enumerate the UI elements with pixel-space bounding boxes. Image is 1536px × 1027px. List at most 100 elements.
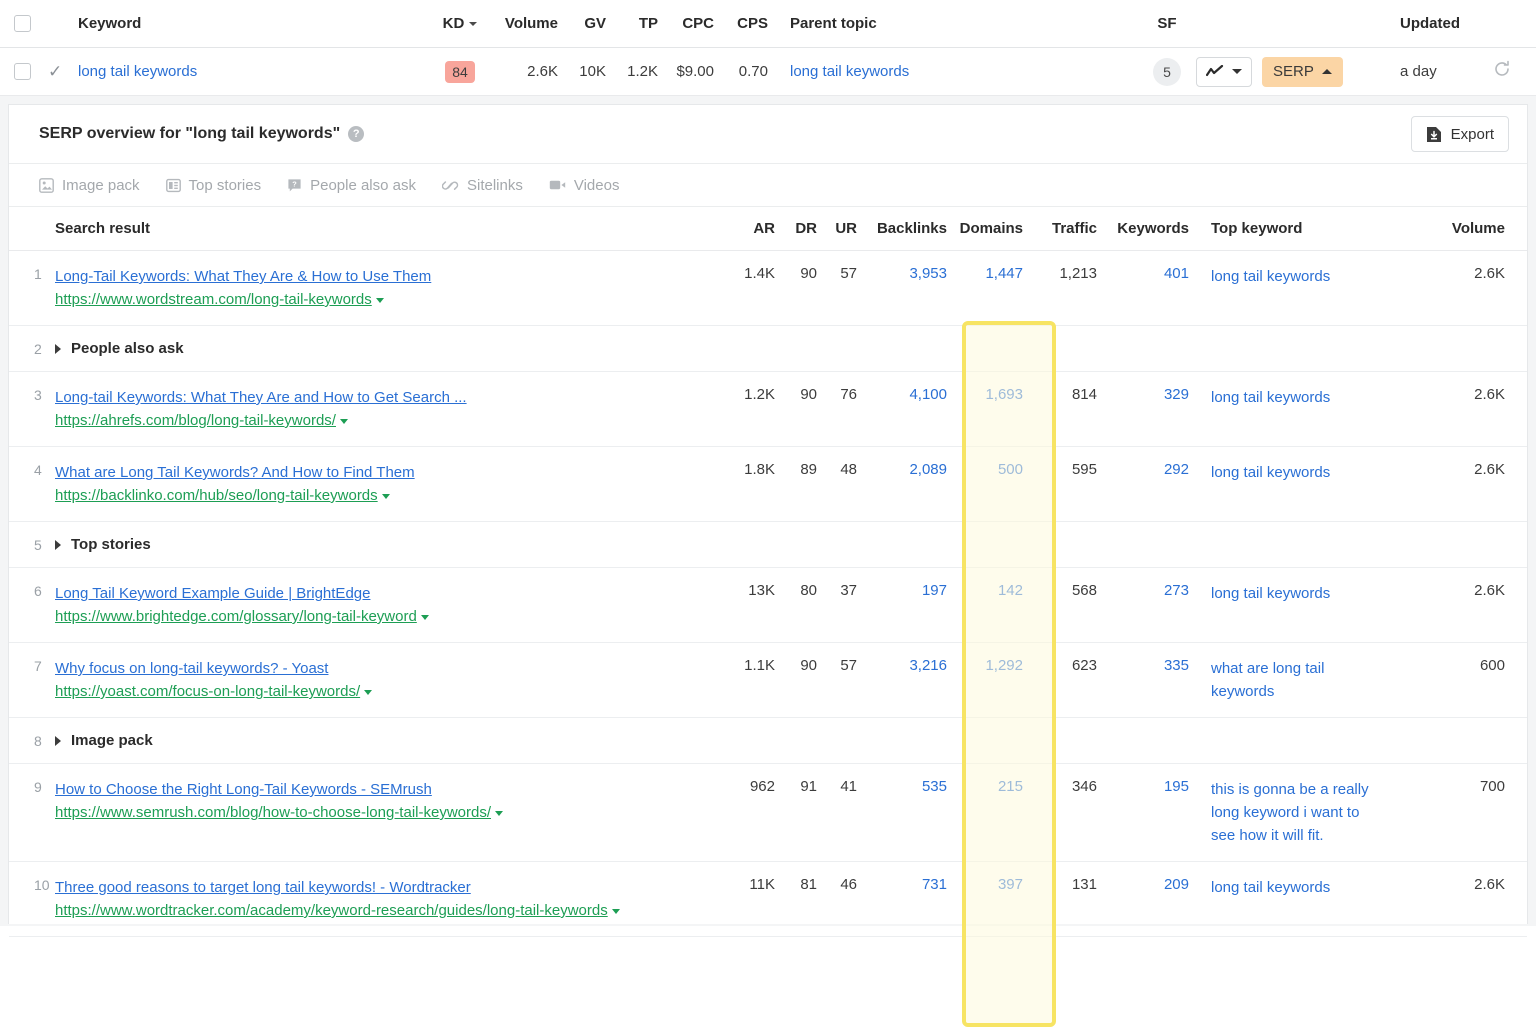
serp-feature-top-stories[interactable]: Top stories bbox=[166, 177, 262, 194]
serp-feature-expand-row[interactable]: Top stories bbox=[55, 536, 701, 553]
result-keywords-value[interactable]: 292 bbox=[1097, 447, 1189, 521]
url-dropdown-icon[interactable] bbox=[495, 811, 503, 816]
result-title-link[interactable]: Long-tail Keywords: What They Are and Ho… bbox=[55, 389, 467, 406]
refresh-button[interactable] bbox=[1482, 60, 1522, 83]
url-dropdown-icon[interactable] bbox=[612, 909, 620, 914]
result-url-link[interactable]: https://www.wordtracker.com/academy/keyw… bbox=[55, 902, 608, 919]
result-domains-value[interactable]: 1,292 bbox=[947, 643, 1035, 717]
result-title-link[interactable]: Why focus on long-tail keywords? - Yoast bbox=[55, 660, 328, 677]
result-backlinks-value[interactable]: 4,100 bbox=[857, 372, 947, 446]
result-keywords-value[interactable]: 401 bbox=[1097, 251, 1189, 325]
result-top-keyword[interactable]: long tail keywords bbox=[1189, 251, 1369, 325]
result-top-keyword[interactable]: long tail keywords bbox=[1189, 372, 1369, 446]
result-domains-value[interactable]: 142 bbox=[947, 568, 1035, 642]
result-url-link[interactable]: https://www.wordstream.com/long-tail-key… bbox=[55, 291, 372, 308]
serp-feature-videos[interactable]: Videos bbox=[549, 177, 620, 194]
chevron-right-icon bbox=[55, 736, 61, 746]
column-header-parent-topic[interactable]: Parent topic bbox=[768, 15, 1138, 32]
result-keywords-value[interactable]: 195 bbox=[1097, 764, 1189, 861]
result-top-keyword[interactable]: what are long tail keywords bbox=[1189, 643, 1369, 717]
result-title-link[interactable]: Long-Tail Keywords: What They Are & How … bbox=[55, 268, 431, 285]
empty-cell bbox=[775, 522, 817, 567]
result-backlinks-value[interactable]: 731 bbox=[857, 862, 947, 936]
serp-toggle-button[interactable]: SERP bbox=[1262, 57, 1343, 87]
result-title-link[interactable]: What are Long Tail Keywords? And How to … bbox=[55, 464, 415, 481]
result-keywords-value[interactable]: 209 bbox=[1097, 862, 1189, 936]
result-backlinks-value[interactable]: 3,216 bbox=[857, 643, 947, 717]
url-dropdown-icon[interactable] bbox=[364, 690, 372, 695]
result-keywords-value[interactable]: 273 bbox=[1097, 568, 1189, 642]
result-traffic-value: 346 bbox=[1035, 764, 1097, 861]
url-dropdown-icon[interactable] bbox=[421, 615, 429, 620]
result-title-link[interactable]: How to Choose the Right Long-Tail Keywor… bbox=[55, 781, 432, 798]
result-top-keyword[interactable]: long tail keywords bbox=[1189, 568, 1369, 642]
serp-feature-people-also-ask[interactable]: ? People also ask bbox=[287, 177, 416, 194]
row-checkbox[interactable] bbox=[14, 63, 31, 80]
header-traffic[interactable]: Traffic bbox=[1035, 220, 1097, 237]
empty-cell bbox=[857, 718, 947, 763]
result-keywords-value[interactable]: 335 bbox=[1097, 643, 1189, 717]
result-backlinks-value[interactable]: 3,953 bbox=[857, 251, 947, 325]
result-top-keyword[interactable]: this is gonna be a really long keyword i… bbox=[1189, 764, 1369, 861]
serp-features-bar: Image pack Top stories ? People also ask bbox=[9, 163, 1527, 207]
result-domains-value[interactable]: 500 bbox=[947, 447, 1035, 521]
result-backlinks-value[interactable]: 535 bbox=[857, 764, 947, 861]
sf-actions: SERP bbox=[1196, 57, 1386, 87]
empty-cell bbox=[857, 522, 947, 567]
result-ar-value: 11K bbox=[715, 862, 775, 936]
column-header-volume[interactable]: Volume bbox=[490, 15, 558, 32]
result-domains-value[interactable]: 1,693 bbox=[947, 372, 1035, 446]
export-button[interactable]: Export bbox=[1411, 116, 1509, 152]
result-keywords-value[interactable]: 329 bbox=[1097, 372, 1189, 446]
serp-feature-row: 2People also ask bbox=[9, 326, 1527, 372]
header-volume[interactable]: Volume bbox=[1369, 220, 1527, 237]
result-url-link[interactable]: https://www.brightedge.com/glossary/long… bbox=[55, 608, 417, 625]
select-all-checkbox[interactable] bbox=[14, 15, 31, 32]
result-url-link[interactable]: https://yoast.com/focus-on-long-tail-key… bbox=[55, 683, 360, 700]
header-ar[interactable]: AR bbox=[715, 220, 775, 237]
header-ur[interactable]: UR bbox=[817, 220, 857, 237]
result-backlinks-value[interactable]: 2,089 bbox=[857, 447, 947, 521]
header-domains[interactable]: Domains bbox=[947, 220, 1035, 237]
result-top-keyword[interactable]: long tail keywords bbox=[1189, 447, 1369, 521]
parent-topic-link[interactable]: long tail keywords bbox=[790, 63, 909, 80]
keyword-link[interactable]: long tail keywords bbox=[78, 63, 197, 80]
serp-feature-image-pack[interactable]: Image pack bbox=[39, 177, 140, 194]
empty-cell bbox=[1369, 718, 1527, 763]
serp-feature-expand-row[interactable]: Image pack bbox=[55, 732, 701, 749]
result-domains-value[interactable]: 1,447 bbox=[947, 251, 1035, 325]
header-keywords[interactable]: Keywords bbox=[1097, 220, 1189, 237]
serp-feature-sitelinks[interactable]: Sitelinks bbox=[442, 177, 523, 194]
header-search-result[interactable]: Search result bbox=[55, 220, 715, 237]
column-header-tp[interactable]: TP bbox=[606, 15, 658, 32]
url-dropdown-icon[interactable] bbox=[376, 298, 384, 303]
column-header-kd[interactable]: KD bbox=[430, 15, 490, 32]
url-dropdown-icon[interactable] bbox=[382, 494, 390, 499]
header-backlinks[interactable]: Backlinks bbox=[857, 220, 947, 237]
result-url-link[interactable]: https://backlinko.com/hub/seo/long-tail-… bbox=[55, 487, 378, 504]
url-dropdown-icon[interactable] bbox=[340, 419, 348, 424]
column-header-keyword[interactable]: Keyword bbox=[78, 15, 430, 32]
result-title-link[interactable]: Three good reasons to target long tail k… bbox=[55, 879, 471, 896]
sf-count-badge: 5 bbox=[1153, 58, 1181, 86]
serp-feature-expand-row[interactable]: People also ask bbox=[55, 340, 701, 357]
column-header-updated[interactable]: Updated bbox=[1386, 15, 1482, 32]
column-header-cps[interactable]: CPS bbox=[714, 15, 768, 32]
result-top-keyword[interactable]: long tail keywords bbox=[1189, 862, 1369, 936]
header-dr[interactable]: DR bbox=[775, 220, 817, 237]
result-cell: What are Long Tail Keywords? And How to … bbox=[55, 447, 715, 521]
sf-chart-button[interactable] bbox=[1196, 57, 1252, 87]
header-top-keyword[interactable]: Top keyword bbox=[1189, 220, 1369, 237]
serp-feature-row-label: People also ask bbox=[71, 340, 184, 357]
result-domains-value[interactable]: 397 bbox=[947, 862, 1035, 936]
result-url-link[interactable]: https://ahrefs.com/blog/long-tail-keywor… bbox=[55, 412, 336, 429]
empty-cell bbox=[947, 326, 1035, 371]
result-url-link[interactable]: https://www.semrush.com/blog/how-to-choo… bbox=[55, 804, 491, 821]
column-header-cpc[interactable]: CPC bbox=[658, 15, 714, 32]
result-domains-value[interactable]: 215 bbox=[947, 764, 1035, 861]
help-icon[interactable]: ? bbox=[348, 126, 364, 142]
result-backlinks-value[interactable]: 197 bbox=[857, 568, 947, 642]
column-header-gv[interactable]: GV bbox=[558, 15, 606, 32]
column-header-sf[interactable]: SF bbox=[1138, 15, 1196, 32]
result-title-link[interactable]: Long Tail Keyword Example Guide | Bright… bbox=[55, 585, 370, 602]
